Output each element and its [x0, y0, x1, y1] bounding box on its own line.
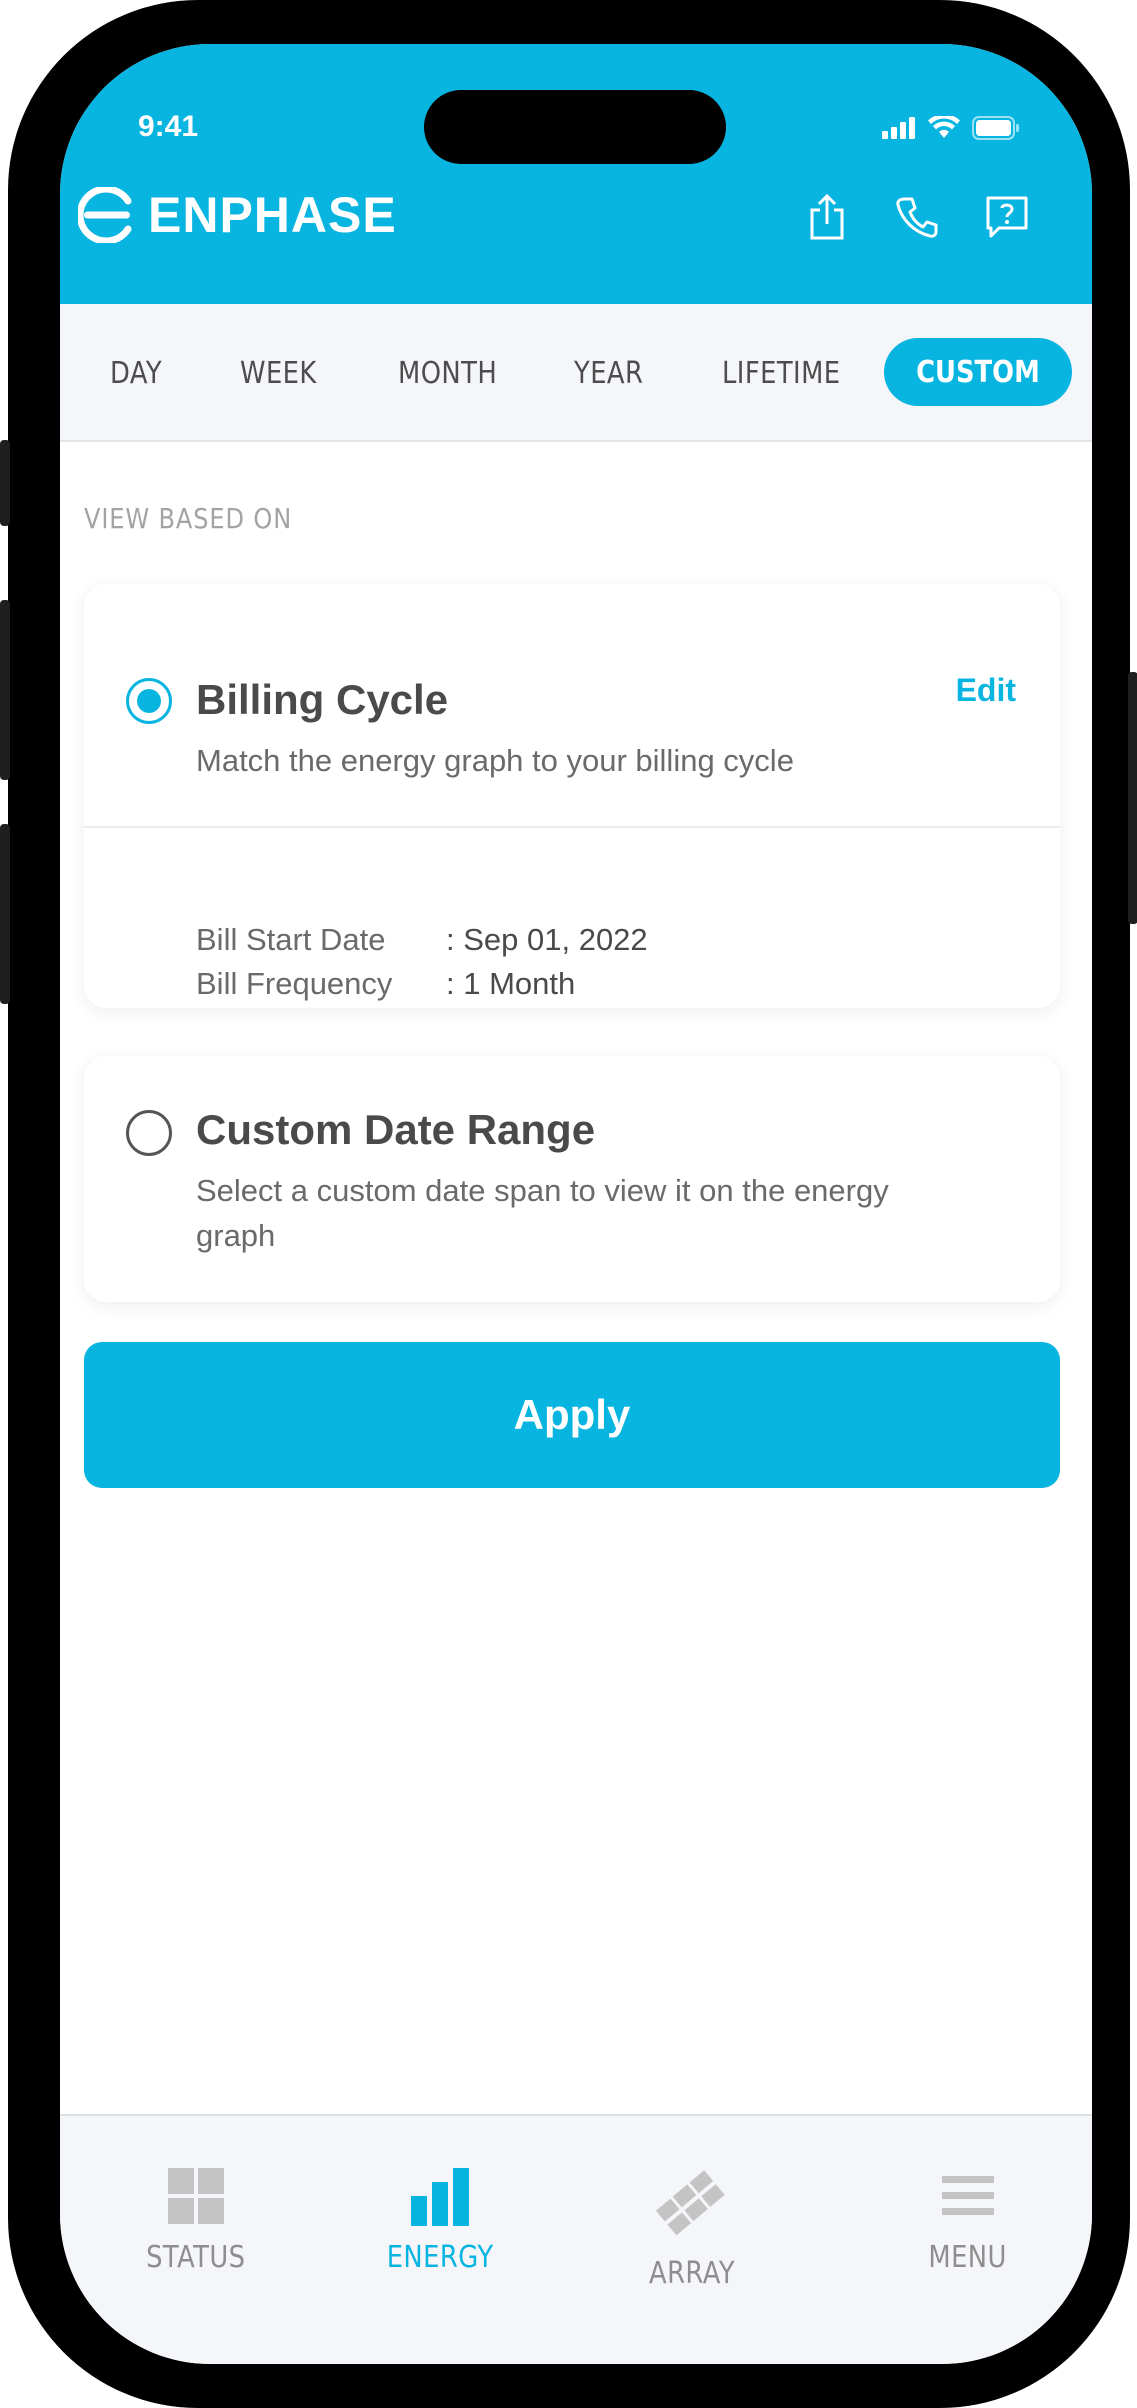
bar-chart-icon: [411, 2168, 470, 2226]
tab-month[interactable]: MONTH: [398, 356, 497, 391]
divider: [84, 826, 1060, 828]
menu-icon: [941, 2176, 994, 2215]
nav-energy[interactable]: ENERGY: [378, 2166, 502, 2275]
brand-name: ENPHASE: [148, 187, 397, 243]
phone-frame: 9:41 ENPHASE DAY WEEK MONTH YEAR LIFETIM…: [0, 0, 1137, 2408]
custom-date-range-card[interactable]: Custom Date Range Select a custom date s…: [84, 1056, 1060, 1302]
nav-status-label: STATUS: [146, 2240, 246, 2275]
tab-lifetime[interactable]: LIFETIME: [722, 356, 841, 391]
bottom-nav: STATUS ENERGY ARRAY MENU: [60, 2114, 1092, 2364]
bill-frequency-label: Bill Frequency: [196, 966, 393, 1001]
share-button[interactable]: [804, 192, 850, 242]
help-icon: [986, 196, 1028, 238]
grid-icon: [167, 2168, 224, 2224]
billing-cycle-radio[interactable]: [126, 678, 172, 724]
dynamic-island: [424, 90, 726, 164]
custom-date-range-title: Custom Date Range: [196, 1106, 596, 1153]
battery-icon: [972, 116, 1019, 140]
status-icons: [882, 116, 1020, 140]
edit-link[interactable]: Edit: [956, 672, 1016, 709]
enphase-logo-icon: [78, 187, 132, 243]
tab-day[interactable]: DAY: [110, 356, 162, 391]
signal-icon: [882, 117, 915, 139]
custom-date-range-radio[interactable]: [126, 1110, 172, 1156]
tab-year[interactable]: YEAR: [574, 356, 643, 391]
volume-up-button: [0, 600, 10, 780]
nav-energy-label: ENERGY: [386, 2240, 494, 2275]
panels-icon: [655, 2170, 725, 2236]
status-time: 9:41: [138, 110, 199, 143]
mute-switch: [0, 440, 10, 526]
bill-start-date-label: Bill Start Date: [196, 922, 386, 957]
billing-cycle-card[interactable]: Billing Cycle Match the energy graph to …: [84, 584, 1060, 1008]
header-actions: [804, 192, 1030, 242]
nav-menu[interactable]: MENU: [922, 2166, 1013, 2275]
bill-frequency-value: : 1 Month: [446, 966, 576, 1001]
brand-logo: ENPHASE: [78, 186, 397, 244]
volume-down-button: [0, 824, 10, 1004]
help-button[interactable]: [984, 192, 1030, 242]
app-header: 9:41 ENPHASE: [60, 44, 1092, 304]
wifi-icon: [928, 116, 960, 138]
section-label: VIEW BASED ON: [84, 502, 293, 535]
nav-menu-label: MENU: [928, 2240, 1007, 2275]
apply-button[interactable]: Apply: [84, 1342, 1060, 1488]
phone-icon: [896, 197, 938, 238]
nav-array-label: ARRAY: [649, 2256, 736, 2291]
billing-cycle-description: Match the energy graph to your billing c…: [196, 743, 794, 778]
nav-array[interactable]: ARRAY: [642, 2166, 742, 2291]
bill-start-date-value: : Sep 01, 2022: [446, 922, 648, 957]
call-button[interactable]: [894, 192, 940, 242]
tab-custom[interactable]: CUSTOM: [884, 338, 1072, 406]
tab-custom-label: CUSTOM: [916, 354, 1040, 390]
power-button: [1128, 672, 1137, 924]
tab-week[interactable]: WEEK: [240, 356, 317, 391]
screen: 9:41 ENPHASE DAY WEEK MONTH YEAR LIFETIM…: [60, 44, 1092, 2364]
custom-date-range-description: Select a custom date span to view it on …: [196, 1173, 889, 1253]
billing-cycle-title: Billing Cycle: [196, 676, 449, 723]
nav-status[interactable]: STATUS: [138, 2166, 254, 2275]
share-icon: [810, 194, 844, 240]
